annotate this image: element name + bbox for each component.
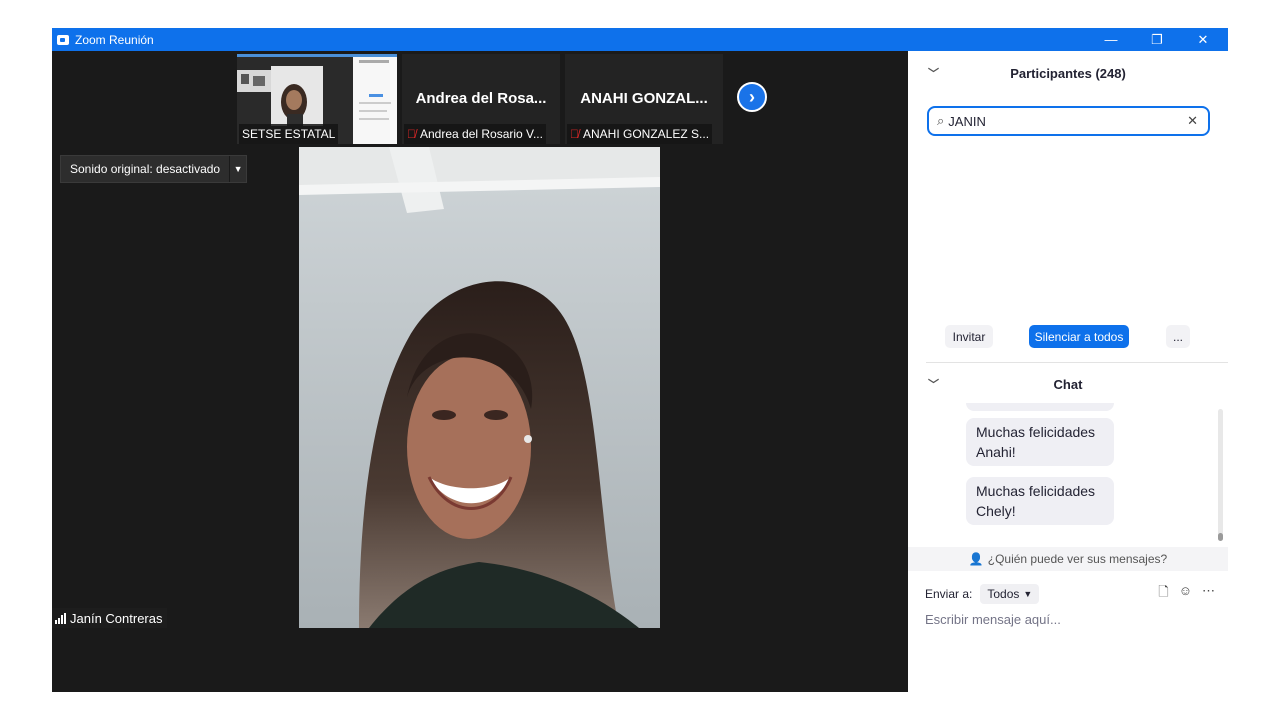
participants-header: ﹀ Participantes (248) bbox=[908, 51, 1228, 95]
side-panel: ﹀ Participantes (248) ⌕ JANIN ✕ Invitar … bbox=[908, 51, 1228, 692]
chevron-down-icon[interactable]: ▼ bbox=[229, 156, 246, 182]
person-lock-icon: 👤 bbox=[968, 552, 984, 566]
speaker-name: Janín Contreras bbox=[70, 610, 163, 626]
chevron-down-icon[interactable]: ﹀ bbox=[928, 376, 939, 392]
original-sound-label: Sonido original: desactivado bbox=[70, 162, 221, 176]
search-icon: ⌕ bbox=[937, 113, 945, 128]
send-to-select[interactable]: Todos ▼ bbox=[980, 584, 1040, 604]
who-can-see-link[interactable]: 👤 ¿Quién puede ver sus mensajes? bbox=[908, 547, 1228, 571]
restore-button[interactable]: ❐ bbox=[1134, 28, 1180, 51]
next-page-icon[interactable]: › bbox=[737, 82, 767, 112]
signal-icon bbox=[55, 612, 66, 624]
scrollbar-thumb[interactable] bbox=[1218, 533, 1223, 541]
speaker-video-frame bbox=[299, 147, 660, 628]
send-to-value: Todos bbox=[987, 587, 1020, 601]
chat-tools: 🗋 ☺ ⋯ bbox=[1158, 583, 1215, 605]
window-title: Zoom Reunión bbox=[75, 32, 154, 47]
more-icon[interactable]: ⋯ bbox=[1202, 583, 1215, 605]
participant-label: SETSE ESTATAL bbox=[239, 124, 339, 144]
mic-muted-icon: 🎙̸ bbox=[570, 127, 579, 141]
mute-all-button[interactable]: Silenciar a todos bbox=[1029, 325, 1129, 348]
mic-muted-icon: 🎙̸ bbox=[407, 127, 416, 141]
minimize-button[interactable]: — bbox=[1088, 28, 1134, 51]
participant-display-name: Andrea del Rosa... bbox=[415, 90, 547, 107]
more-options-button[interactable]: ... bbox=[1166, 325, 1190, 348]
clear-icon[interactable]: ✕ bbox=[1187, 113, 1198, 129]
zoom-window: Zoom Reunión — ❐ ✕ SETSE ESTATAL Andrea … bbox=[52, 28, 1228, 692]
original-sound-button[interactable]: Sonido original: desactivado ▼ bbox=[60, 155, 248, 183]
file-icon[interactable]: 🗋 bbox=[1158, 583, 1168, 605]
thumbnail-andrea[interactable]: Andrea del Rosa... 🎙̸ Andrea del Rosario… bbox=[402, 54, 560, 144]
chevron-down-icon[interactable]: ﹀ bbox=[928, 65, 939, 81]
search-value: JANIN bbox=[948, 113, 986, 129]
chat-title: Chat bbox=[1053, 376, 1083, 392]
participant-label: 🎙̸ ANAHI GONZALEZ S... bbox=[567, 124, 713, 144]
send-to-row: Enviar a: Todos ▼ 🗋 ☺ ⋯ bbox=[925, 583, 1215, 605]
title-bar: Zoom Reunión — ❐ ✕ bbox=[52, 28, 1228, 51]
who-can-see-label: ¿Quién puede ver sus mensajes? bbox=[987, 552, 1168, 566]
thumbnail-anahi[interactable]: ANAHI GONZAL... 🎙̸ ANAHI GONZALEZ S... bbox=[565, 54, 723, 144]
participant-display-name: ANAHI GONZAL... bbox=[580, 90, 708, 107]
participant-label: 🎙̸ Andrea del Rosario V... bbox=[404, 124, 546, 144]
invite-button[interactable]: Invitar bbox=[945, 325, 993, 348]
chat-message: Muchas felicidades Anahi! bbox=[966, 418, 1114, 466]
emoji-icon[interactable]: ☺ bbox=[1179, 583, 1192, 605]
close-button[interactable]: ✕ bbox=[1180, 28, 1226, 51]
send-to-label: Enviar a: bbox=[925, 587, 973, 601]
chat-message-partial bbox=[966, 403, 1114, 411]
active-speaker-name-tag: Janín Contreras bbox=[52, 608, 167, 628]
chat-scrollbar[interactable] bbox=[1218, 409, 1223, 541]
thumbnail-setse-estatal[interactable]: SETSE ESTATAL bbox=[237, 54, 397, 144]
participants-title: Participantes (248) bbox=[1010, 65, 1126, 81]
zoom-app-icon bbox=[57, 34, 69, 45]
divider bbox=[926, 362, 1228, 363]
chat-message: Muchas felicidades Chely! bbox=[966, 477, 1114, 525]
chevron-down-icon: ▼ bbox=[1023, 589, 1033, 599]
video-area: SETSE ESTATAL Andrea del Rosa... 🎙̸ Andr… bbox=[52, 51, 908, 692]
participant-search-input[interactable]: ⌕ JANIN ✕ bbox=[927, 106, 1210, 136]
active-speaker-video bbox=[299, 147, 660, 628]
chat-message-input[interactable]: Escribir mensaje aquí... bbox=[925, 612, 1061, 627]
chat-header: ﹀ Chat bbox=[908, 369, 1228, 399]
